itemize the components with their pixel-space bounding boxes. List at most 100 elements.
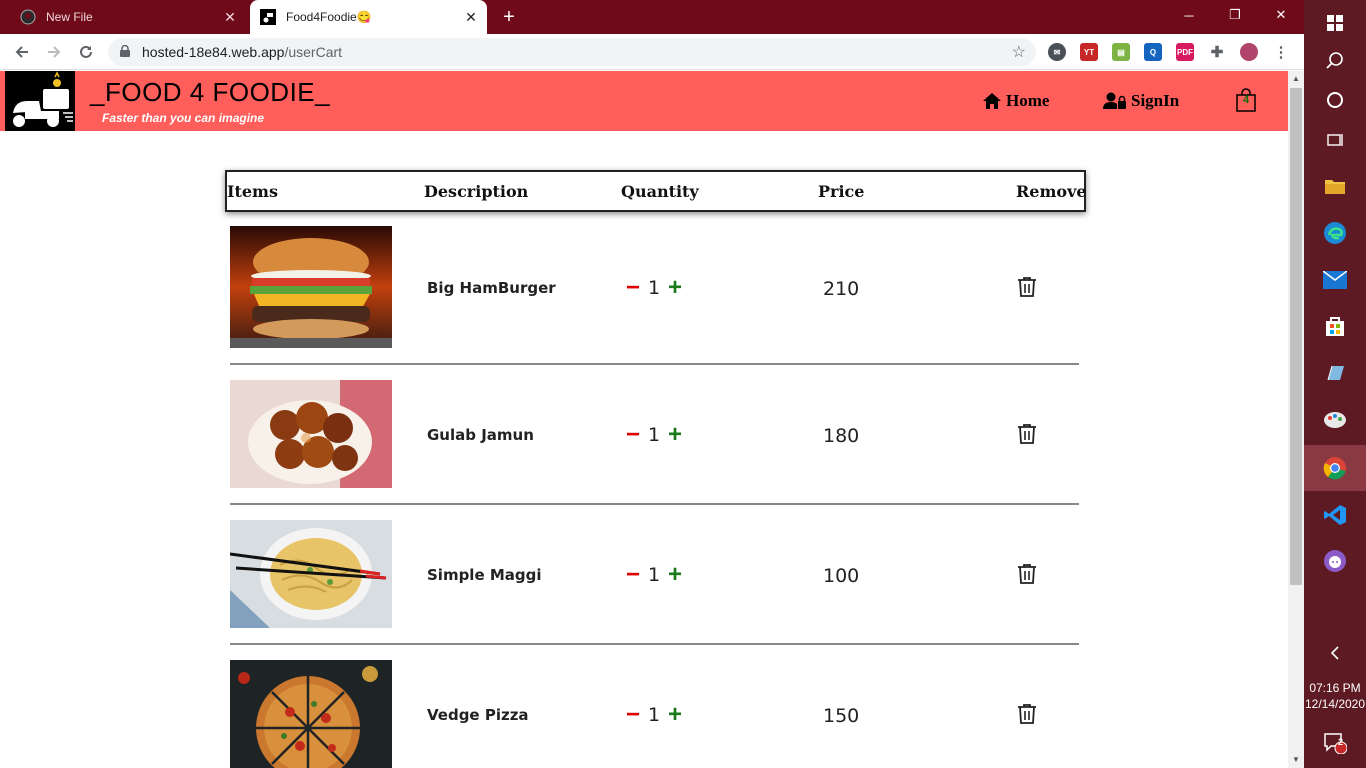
item-price: 210 xyxy=(823,278,860,300)
trash-icon[interactable] xyxy=(1017,703,1037,730)
extension-mail-icon[interactable]: ✉ xyxy=(1048,43,1066,61)
item-price: 150 xyxy=(823,705,860,727)
extension-pdf-icon[interactable]: PDF xyxy=(1176,43,1194,61)
item-price: 180 xyxy=(823,425,860,447)
github-desktop-icon[interactable] xyxy=(1304,538,1366,584)
food-image-noodles xyxy=(230,520,392,628)
file-explorer-icon[interactable] xyxy=(1304,163,1366,209)
food-image-burger xyxy=(230,226,392,348)
header-quantity: Quantity xyxy=(621,182,699,201)
back-arrow-icon[interactable] xyxy=(10,40,34,64)
microsoft-store-icon[interactable] xyxy=(1304,303,1366,349)
mail-icon[interactable] xyxy=(1304,257,1366,303)
decrease-quantity-button[interactable]: − xyxy=(623,563,643,587)
nav-home[interactable]: Home xyxy=(982,91,1049,111)
vscode-icon[interactable] xyxy=(1304,492,1366,538)
quantity-stepper: − 1 + xyxy=(623,423,685,447)
chevron-left-icon[interactable] xyxy=(1304,630,1366,676)
task-view-icon[interactable] xyxy=(1304,117,1366,163)
item-name: Gulab Jamun xyxy=(427,426,534,444)
scrollbar-thumb[interactable] xyxy=(1290,88,1302,585)
github-icon xyxy=(20,9,36,25)
close-tab-icon[interactable]: ✕ xyxy=(220,7,240,27)
close-tab-icon[interactable]: ✕ xyxy=(461,7,481,27)
quantity-value: 1 xyxy=(647,424,661,446)
increase-quantity-button[interactable]: + xyxy=(665,703,685,727)
food-image-gulab-jamun xyxy=(230,380,392,488)
tab-food4foodie[interactable]: Food4Foodie😋 ✕ xyxy=(250,0,487,34)
extensions-puzzle-icon[interactable]: ✚ xyxy=(1208,43,1226,61)
quantity-stepper: − 1 + xyxy=(623,703,685,727)
trash-icon[interactable] xyxy=(1017,563,1037,590)
increase-quantity-button[interactable]: + xyxy=(665,423,685,447)
page-viewport: _FOOD 4 FOODIE_ Faster than you can imag… xyxy=(0,71,1288,768)
scroll-up-icon[interactable]: ▲ xyxy=(1288,71,1304,87)
cart-count-badge: 4 xyxy=(1242,94,1250,106)
cart-button[interactable]: 4 xyxy=(1235,88,1257,112)
bookmark-star-icon[interactable]: ☆ xyxy=(1012,42,1026,62)
edge-icon[interactable] xyxy=(1304,210,1366,256)
address-bar[interactable]: hosted-18e84.web.app/userCart ☆ xyxy=(108,38,1036,66)
increase-quantity-button[interactable]: + xyxy=(665,563,685,587)
decrease-quantity-button[interactable]: − xyxy=(623,276,643,300)
paint-icon[interactable] xyxy=(1304,397,1366,443)
brand-tagline: Faster than you can imagine xyxy=(102,111,265,125)
browser-tab-strip: New File ✕ Food4Foodie😋 ✕ + ─ ❐ ✕ xyxy=(0,0,1304,34)
scroll-down-icon[interactable]: ▼ xyxy=(1288,752,1304,768)
item-name: Simple Maggi xyxy=(427,566,542,584)
row-divider xyxy=(230,503,1079,505)
notification-count-badge: 2 xyxy=(1338,737,1344,747)
menu-kebab-icon[interactable]: ⋮ xyxy=(1272,43,1290,61)
tab-new-file[interactable]: New File ✕ xyxy=(8,0,246,34)
decrease-quantity-button[interactable]: − xyxy=(623,423,643,447)
close-window-icon[interactable]: ✕ xyxy=(1258,0,1304,30)
quantity-stepper: − 1 + xyxy=(623,563,685,587)
action-center-icon[interactable]: 2 xyxy=(1304,720,1366,766)
tab-title: New File xyxy=(46,10,93,24)
item-name: Vedge Pizza xyxy=(427,706,529,724)
cart-table-header: Items Description Quantity Price Remove xyxy=(225,170,1087,212)
nav-signin-label: SignIn xyxy=(1131,91,1180,110)
clock-time: 07:16 PM xyxy=(1309,681,1361,695)
extension-ytb-icon[interactable]: YT xyxy=(1080,43,1098,61)
browser-toolbar: hosted-18e84.web.app/userCart ☆ ✉ YT ▤ Q… xyxy=(0,34,1304,70)
decrease-quantity-button[interactable]: − xyxy=(623,703,643,727)
notepad-icon[interactable] xyxy=(1304,350,1366,396)
item-name: Big HamBurger xyxy=(427,279,556,297)
quantity-value: 1 xyxy=(647,277,661,299)
home-icon xyxy=(983,93,1001,109)
cart-row: Big HamBurger − 1 + 210 xyxy=(230,226,1079,366)
reload-icon[interactable] xyxy=(74,40,98,64)
trash-icon[interactable] xyxy=(1017,423,1037,450)
profile-avatar[interactable] xyxy=(1240,43,1258,61)
header-items: Items xyxy=(227,182,278,201)
trash-icon[interactable] xyxy=(1017,276,1037,303)
food-image-pizza xyxy=(230,660,392,768)
quantity-value: 1 xyxy=(647,564,661,586)
windows-taskbar: 07:16 PM 12/14/2020 2 xyxy=(1304,0,1366,768)
quantity-value: 1 xyxy=(647,704,661,726)
url-host: hosted-18e84.web.app xyxy=(142,44,285,60)
header-remove: Remove xyxy=(1016,182,1087,201)
page-scrollbar[interactable]: ▲ ▼ xyxy=(1288,71,1304,768)
row-divider xyxy=(230,643,1079,645)
site-header: _FOOD 4 FOODIE_ Faster than you can imag… xyxy=(0,71,1288,131)
forward-arrow-icon[interactable] xyxy=(42,40,66,64)
cart-row: Gulab Jamun − 1 + 180 xyxy=(230,380,1079,506)
clock-date: 12/14/2020 xyxy=(1304,697,1366,711)
chrome-icon[interactable] xyxy=(1304,445,1366,491)
restore-icon[interactable]: ❐ xyxy=(1212,0,1258,30)
site-logo[interactable] xyxy=(5,71,75,131)
extension-tv-icon[interactable]: ▤ xyxy=(1112,43,1130,61)
brand-title: _FOOD 4 FOODIE_ xyxy=(90,77,331,107)
minimize-icon[interactable]: ─ xyxy=(1166,0,1212,30)
increase-quantity-button[interactable]: + xyxy=(665,276,685,300)
quantity-stepper: − 1 + xyxy=(623,276,685,300)
url-path: /userCart xyxy=(284,44,343,60)
system-clock[interactable]: 07:16 PM 12/14/2020 xyxy=(1304,680,1366,712)
row-divider xyxy=(230,363,1079,365)
new-tab-button[interactable]: + xyxy=(498,5,520,29)
item-price: 100 xyxy=(823,565,860,587)
nav-signin[interactable]: SignIn xyxy=(1103,91,1179,111)
extension-search-icon[interactable]: Q xyxy=(1144,43,1162,61)
